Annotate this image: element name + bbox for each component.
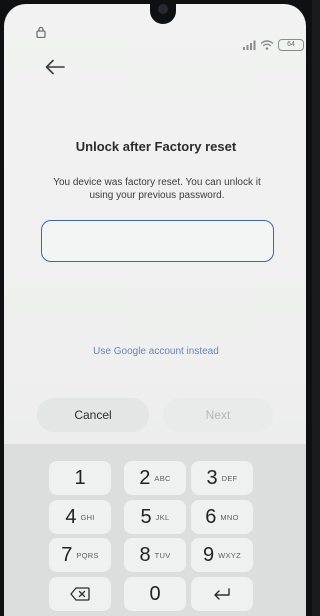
numeric-keypad: 1 2 ABC 3 DEF 4 GHI 5 JKL 6 MNO 7 PQRS 8… [4, 444, 306, 616]
phone-frame: 64 Unlock after Factory reset You device… [0, 0, 312, 616]
status-icons: 64 [242, 39, 304, 51]
key-2[interactable]: 2 ABC [124, 461, 186, 495]
key-9-number: 9 [203, 543, 215, 566]
enter-icon [214, 588, 230, 600]
key-3-number: 3 [206, 466, 218, 489]
backspace-icon [70, 587, 90, 601]
key-8-number: 8 [139, 543, 151, 566]
battery-icon: 64 [278, 39, 304, 51]
description-text: You device was factory reset. You can un… [53, 177, 261, 201]
key-1-number: 1 [74, 466, 86, 489]
signal-icon [243, 40, 256, 50]
key-0[interactable]: 0 [124, 577, 186, 611]
use-google-account-link[interactable]: Use Google account instead [0, 346, 312, 357]
enter-key[interactable] [191, 577, 253, 611]
key-6-number: 6 [205, 505, 217, 528]
key-7-number: 7 [61, 543, 73, 566]
key-9-letters: WXYZ [218, 550, 241, 560]
front-camera [158, 4, 168, 14]
key-4-letters: GHI [80, 512, 95, 522]
key-3[interactable]: 3 DEF [191, 461, 253, 495]
key-4[interactable]: 4 GHI [49, 500, 111, 534]
key-8[interactable]: 8 TUV [124, 538, 186, 572]
key-3-letters: DEF [221, 473, 238, 483]
wifi-icon [260, 40, 274, 50]
key-7-letters: PQRS [76, 550, 99, 560]
key-2-letters: ABC [154, 473, 171, 483]
key-5-number: 5 [140, 505, 152, 528]
key-1[interactable]: 1 [49, 461, 111, 495]
key-0-number: 0 [149, 582, 161, 605]
key-5-letters: JKL [155, 512, 170, 522]
key-5[interactable]: 5 JKL [124, 500, 186, 534]
key-7[interactable]: 7 PQRS [49, 538, 111, 572]
key-4-number: 4 [65, 505, 77, 528]
key-8-letters: TUV [154, 550, 171, 560]
back-arrow-icon[interactable] [44, 58, 66, 76]
key-6-letters: MNO [220, 512, 239, 522]
cancel-button[interactable]: Cancel [37, 398, 149, 432]
key-6[interactable]: 6 MNO [191, 500, 253, 534]
page-title: Unlock after Factory reset [75, 139, 237, 154]
next-button[interactable]: Next [163, 398, 273, 432]
lock-icon [36, 26, 46, 38]
key-9[interactable]: 9 WXYZ [191, 538, 253, 572]
backspace-key[interactable] [49, 577, 111, 611]
key-2-number: 2 [139, 466, 151, 489]
password-field[interactable] [41, 220, 274, 262]
